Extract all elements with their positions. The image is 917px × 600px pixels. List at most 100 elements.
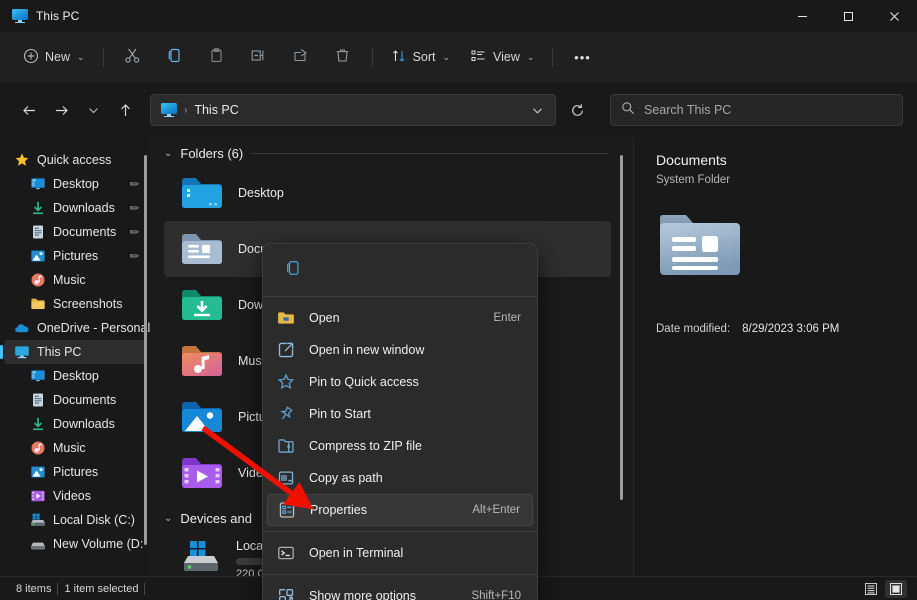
rename-button[interactable] <box>239 41 279 73</box>
view-button[interactable]: View ⌄ <box>461 41 543 73</box>
folder-tile-desktop[interactable]: Desktop <box>164 165 611 221</box>
sidebar-item-downloads[interactable]: Downloads <box>4 412 146 436</box>
group-header-rule <box>251 153 609 154</box>
navigation-pane: Quick accessDesktop✐Downloads✐Documents✐… <box>0 138 150 576</box>
context-menu-item-open-in-terminal[interactable]: Open in Terminal <box>267 537 533 569</box>
trash-icon <box>334 47 351 67</box>
close-button[interactable] <box>871 0 917 32</box>
sidebar-item-documents[interactable]: Documents <box>4 388 146 412</box>
context-menu-item-label: Open in new window <box>309 343 424 357</box>
view-toggles <box>860 580 907 598</box>
sidebar-item-pictures[interactable]: Pictures <box>4 460 146 484</box>
sidebar-item-music[interactable]: Music <box>4 268 146 292</box>
star-icon <box>14 152 30 168</box>
share-icon <box>292 47 309 67</box>
context-menu-item-open[interactable]: OpenEnter <box>267 302 533 334</box>
context-menu-item-label: Show more options <box>309 589 416 600</box>
pin-icon[interactable]: ✐ <box>126 200 142 216</box>
list-view-icon[interactable] <box>860 580 882 598</box>
recent-locations-button[interactable] <box>78 95 108 125</box>
sidebar-item-this-pc[interactable]: This PC <box>4 340 146 364</box>
details-meta-value: 8/29/2023 3:06 PM <box>742 323 839 335</box>
sidebar-item-local-disk-c[interactable]: Local Disk (C:) <box>4 508 146 532</box>
pin-icon[interactable]: ✐ <box>126 176 142 192</box>
downloads-icon <box>30 200 46 216</box>
delete-button[interactable] <box>323 41 363 73</box>
group-header-folders-label: Folders (6) <box>180 146 243 161</box>
details-view-icon[interactable] <box>885 580 907 598</box>
copy-button[interactable] <box>155 41 195 73</box>
paste-button[interactable] <box>197 41 237 73</box>
sidebar-item-desktop[interactable]: Desktop <box>4 364 146 388</box>
sidebar-item-music[interactable]: Music <box>4 436 146 460</box>
navigation-list: Quick accessDesktop✐Downloads✐Documents✐… <box>0 148 150 556</box>
refresh-button[interactable] <box>562 95 592 125</box>
context-menu-item-properties[interactable]: PropertiesAlt+Enter <box>267 494 533 526</box>
cut-button[interactable] <box>113 41 153 73</box>
downloads-folder-icon <box>180 286 224 324</box>
status-selection: 1 item selected <box>58 583 144 595</box>
pin-icon[interactable]: ✐ <box>126 248 142 264</box>
chevron-down-icon: ⌄ <box>527 52 535 63</box>
context-menu-item-label: Compress to ZIP file <box>309 439 422 453</box>
search-placeholder: Search This PC <box>644 103 731 117</box>
documents-icon <box>30 392 46 408</box>
toolbar-divider-1 <box>103 47 104 67</box>
star-outline-icon <box>277 373 295 391</box>
sidebar-item-label: Quick access <box>37 153 111 167</box>
sidebar-item-new-volume-d[interactable]: New Volume (D: <box>4 532 146 556</box>
share-button[interactable] <box>281 41 321 73</box>
title-bar: This PC <box>0 0 917 32</box>
navigation-scrollbar[interactable] <box>144 155 147 545</box>
sidebar-item-onedrive-personal[interactable]: OneDrive - Personal <box>4 316 146 340</box>
address-bar-row: › This PC Search This PC <box>0 82 917 138</box>
sidebar-item-downloads[interactable]: Downloads✐ <box>4 196 146 220</box>
desktop-folder-icon <box>180 174 224 212</box>
context-menu-item-copy-as-path[interactable]: Copy as path <box>267 462 533 494</box>
context-menu-item-show-more-options[interactable]: Show more optionsShift+F10 <box>267 580 533 600</box>
context-menu: OpenEnter Open in new window Pin to Quick … <box>262 243 538 600</box>
sidebar-item-videos[interactable]: Videos <box>4 484 146 508</box>
documents-folder-large-icon <box>656 210 917 287</box>
videos-folder-icon <box>180 454 224 492</box>
sort-button[interactable]: Sort ⌄ <box>382 41 459 73</box>
breadcrumb-this-pc[interactable]: This PC <box>194 103 238 117</box>
sidebar-item-label: Documents <box>53 225 116 239</box>
sidebar-item-desktop[interactable]: Desktop✐ <box>4 172 146 196</box>
context-menu-item-open-in-new-window[interactable]: Open in new window <box>267 334 533 366</box>
this-pc-monitor-icon <box>12 9 28 23</box>
sidebar-item-label: Downloads <box>53 417 115 431</box>
clipboard-icon <box>208 47 225 67</box>
sidebar-item-screenshots[interactable]: Screenshots <box>4 292 146 316</box>
back-button[interactable] <box>14 95 44 125</box>
context-copy-button[interactable] <box>275 253 311 287</box>
new-button[interactable]: New ⌄ <box>14 41 94 73</box>
content-scrollbar[interactable] <box>620 155 623 500</box>
address-bar[interactable]: › This PC <box>150 94 556 126</box>
pictures-folder-icon <box>180 398 224 436</box>
maximize-button[interactable] <box>825 0 871 32</box>
sidebar-item-label: Music <box>53 273 86 287</box>
search-box[interactable]: Search This PC <box>610 94 903 126</box>
forward-button[interactable] <box>46 95 76 125</box>
properties-icon <box>278 501 296 519</box>
context-menu-item-pin-to-start[interactable]: Pin to Start <box>267 398 533 430</box>
music-icon <box>30 272 46 288</box>
sidebar-item-label: Screenshots <box>53 297 122 311</box>
more-options-button[interactable]: ••• <box>562 41 602 73</box>
sidebar-item-documents[interactable]: Documents ✐ <box>4 220 146 244</box>
group-header-devices-label: Devices and <box>180 511 252 526</box>
desktop-icon <box>30 176 46 192</box>
minimize-button[interactable] <box>779 0 825 32</box>
context-menu-item-pin-to-quick-access[interactable]: Pin to Quick access <box>267 366 533 398</box>
pin-icon[interactable]: ✐ <box>126 224 142 240</box>
sidebar-item-pictures[interactable]: Pictures✐ <box>4 244 146 268</box>
context-menu-item-compress-to-zip-file[interactable]: Compress to ZIP file <box>267 430 533 462</box>
address-dropdown-icon[interactable] <box>523 97 551 123</box>
context-menu-item-label: Pin to Start <box>309 407 371 421</box>
sidebar-item-quick-access[interactable]: Quick access <box>4 148 146 172</box>
pin-icon <box>277 405 295 423</box>
up-button[interactable] <box>110 95 140 125</box>
group-header-folders[interactable]: ⌄ Folders (6) <box>150 138 633 165</box>
toolbar-divider-3 <box>552 47 553 67</box>
